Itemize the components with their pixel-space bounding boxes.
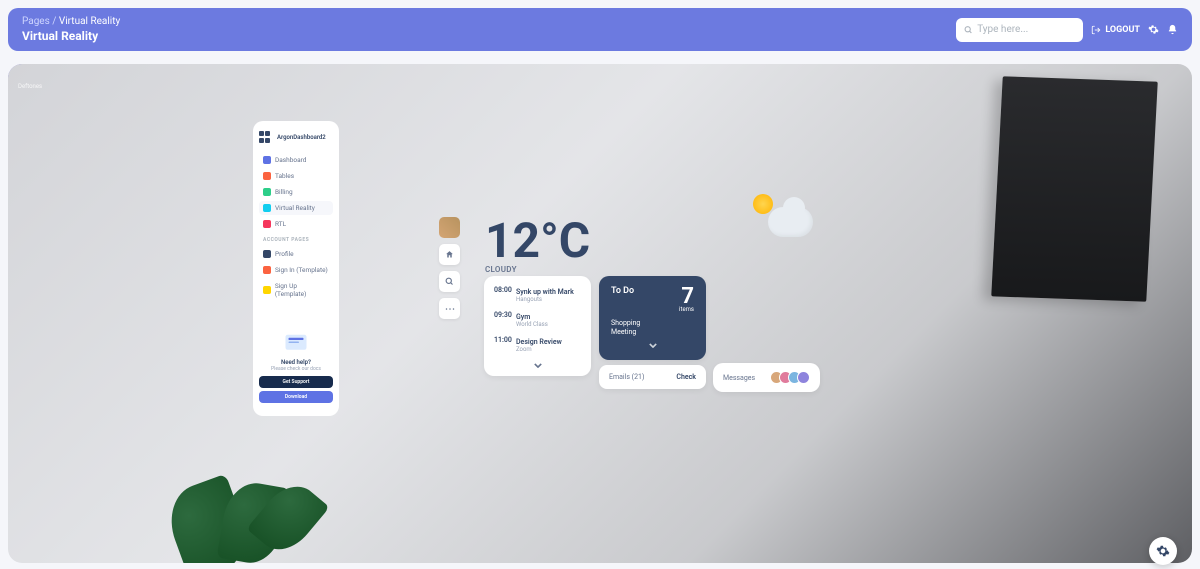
search-button[interactable] xyxy=(439,271,460,292)
header-left: Pages / Virtual Reality Virtual Reality xyxy=(22,17,120,43)
notifications-button[interactable] xyxy=(1167,24,1178,35)
ellipsis-icon xyxy=(445,307,455,311)
credit-card-icon xyxy=(263,188,271,196)
sidebar-item-dashboard[interactable]: Dashboard xyxy=(259,153,333,167)
nav-label: Sign In (Template) xyxy=(275,266,328,274)
search-box[interactable] xyxy=(956,18,1083,42)
sun-icon xyxy=(753,194,773,214)
brand-logo-icon xyxy=(259,131,273,143)
emails-label: Emails (21) xyxy=(609,373,644,381)
sidebar-item-billing[interactable]: Billing xyxy=(259,185,333,199)
nav-label: RTL xyxy=(275,220,286,228)
header-right: LOGOUT xyxy=(956,18,1178,42)
sidebar: ArgonDashboard2 Dashboard Tables Billing Vi… xyxy=(253,121,339,416)
logout-icon xyxy=(1091,25,1101,35)
schedule-subtitle: Zoom xyxy=(516,346,562,353)
cloud-icon xyxy=(768,207,813,237)
sidebar-item-sign-in-template-[interactable]: Sign In (Template) xyxy=(259,263,333,277)
schedule-subtitle: World Class xyxy=(516,321,548,328)
user-icon xyxy=(263,250,271,258)
breadcrumb-current: Virtual Reality xyxy=(59,16,120,27)
vr-viewport: ArgonDashboard2 Dashboard Tables Billing Vi… xyxy=(8,64,1192,563)
sidebar-item-profile[interactable]: Profile xyxy=(259,247,333,261)
schedule-subtitle: Hangouts xyxy=(516,296,574,303)
home-icon xyxy=(445,250,454,259)
nav-label: Virtual Reality xyxy=(275,204,315,212)
chevron-down-icon xyxy=(534,363,542,368)
schedule-row[interactable]: 08:00Synk up with MarkHangouts xyxy=(494,286,581,305)
help-subtitle: Please check our docs xyxy=(259,366,333,372)
schedule-title: Design Review xyxy=(516,338,562,346)
schedule-title: Gym xyxy=(516,313,548,321)
gear-icon xyxy=(1148,24,1159,35)
messages-avatars[interactable] xyxy=(774,371,810,384)
settings-button[interactable] xyxy=(1148,24,1159,35)
logout-button[interactable]: LOGOUT xyxy=(1091,25,1140,35)
messages-label: Messages xyxy=(723,374,755,382)
schedule-card: 08:00Synk up with MarkHangouts 09:30GymWo… xyxy=(484,276,591,376)
sidebar-item-tables[interactable]: Tables xyxy=(259,169,333,183)
todo-count: 7 xyxy=(679,286,694,308)
nav-label: Tables xyxy=(275,172,294,180)
tv-screen xyxy=(991,76,1158,301)
login-icon xyxy=(263,266,271,274)
chevron-down-icon xyxy=(649,343,657,348)
search-icon xyxy=(964,25,973,35)
todo-items: Shopping Meeting xyxy=(611,319,694,337)
more-button[interactable] xyxy=(439,298,460,319)
schedule-time: 09:30 xyxy=(494,311,514,319)
avatar[interactable] xyxy=(439,217,460,238)
settings-fab[interactable] xyxy=(1149,537,1177,565)
home-button[interactable] xyxy=(439,244,460,265)
emails-check-button[interactable]: Check xyxy=(676,373,696,381)
schedule-time: 11:00 xyxy=(494,336,514,344)
breadcrumb: Pages / Virtual Reality xyxy=(22,17,120,27)
messages-card: Messages xyxy=(713,363,820,392)
tv-icon xyxy=(263,156,271,164)
sidebar-brand[interactable]: ArgonDashboard2 xyxy=(259,131,333,143)
nav-label: Dashboard xyxy=(275,156,306,164)
sidebar-section-label: ACCOUNT PAGES xyxy=(263,237,333,243)
todo-expand-button[interactable] xyxy=(611,341,694,350)
page-title: Virtual Reality xyxy=(22,29,120,43)
nav-label: Sign Up (Template) xyxy=(275,282,329,298)
todo-title: To Do xyxy=(611,286,634,296)
table-icon xyxy=(263,172,271,180)
schedule-row[interactable]: 11:00Design ReviewZoom xyxy=(494,336,581,355)
gear-icon xyxy=(1156,544,1170,558)
sidebar-item-sign-up-template-[interactable]: Sign Up (Template) xyxy=(259,279,333,301)
sidebar-item-virtual-reality[interactable]: Virtual Reality xyxy=(259,201,333,215)
nav-label: Profile xyxy=(275,250,294,258)
help-card: Need help? Please check our docs Get Sup… xyxy=(259,331,333,403)
globe-icon xyxy=(263,220,271,228)
search-icon xyxy=(445,277,454,286)
bell-icon xyxy=(1167,24,1178,35)
temperature: 12°C xyxy=(485,217,590,265)
nav-label: Billing xyxy=(275,188,293,196)
help-title: Need help? xyxy=(259,359,333,366)
action-column xyxy=(439,217,460,319)
todo-units: items xyxy=(679,306,694,313)
cube-icon xyxy=(263,204,271,212)
sidebar-item-rtl[interactable]: RTL xyxy=(259,217,333,231)
music-artist: Deftones xyxy=(18,83,105,90)
app-header: Pages / Virtual Reality Virtual Reality … xyxy=(8,8,1192,51)
mini-avatar[interactable] xyxy=(797,371,810,384)
schedule-time: 08:00 xyxy=(494,286,514,294)
signup-icon xyxy=(263,286,271,294)
emails-card: Emails (21) Check xyxy=(599,365,706,389)
schedule-title: Synk up with Mark xyxy=(516,288,574,296)
weather-icon xyxy=(743,189,813,239)
plant xyxy=(163,433,333,563)
get-support-button[interactable]: Get Support xyxy=(259,376,333,388)
schedule-expand-button[interactable] xyxy=(494,361,581,370)
weather-widget: 12°C CLOUDY xyxy=(485,217,590,274)
search-input[interactable] xyxy=(977,24,1075,35)
breadcrumb-root[interactable]: Pages xyxy=(22,16,50,27)
docs-icon xyxy=(281,331,311,355)
download-button[interactable]: Download xyxy=(259,391,333,403)
todo-card: To Do 7 items Shopping Meeting xyxy=(599,276,706,360)
schedule-row[interactable]: 09:30GymWorld Class xyxy=(494,311,581,330)
